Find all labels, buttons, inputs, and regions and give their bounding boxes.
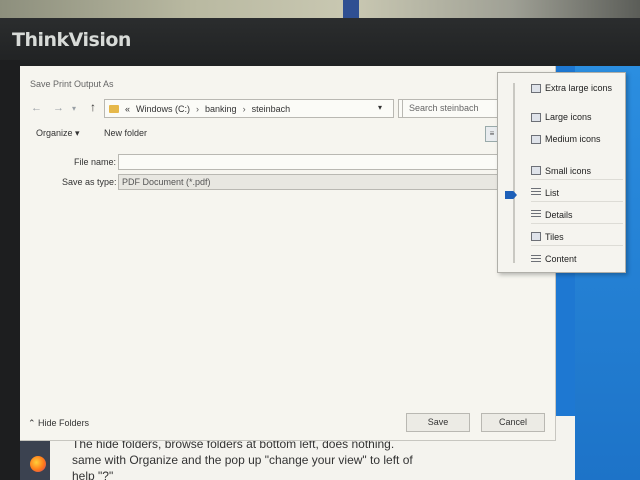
save-button[interactable]: Save	[406, 413, 470, 432]
view-option-medium-icons[interactable]: Medium icons	[531, 130, 623, 148]
small-icons-icon	[531, 166, 541, 175]
organize-button[interactable]: Organize ▾	[36, 128, 80, 139]
medium-icons-icon	[531, 134, 541, 144]
view-option-list[interactable]: List	[531, 184, 623, 202]
monitor-bezel-left	[0, 60, 20, 480]
recent-locations-icon[interactable]: ▾	[72, 104, 76, 113]
note-line-2: same with Organize and the pop up "chang…	[72, 453, 413, 467]
view-option-label: List	[545, 187, 560, 198]
view-option-tiles[interactable]: Tiles	[531, 228, 623, 246]
forward-arrow-icon[interactable]: →	[53, 102, 64, 114]
folder-icon	[109, 104, 119, 113]
extra-large-icons-icon	[531, 83, 541, 93]
monitor-brand-logo: ThinkVision	[12, 29, 131, 51]
filename-label: File name:	[74, 157, 117, 167]
view-option-details[interactable]: Details	[531, 206, 623, 224]
cancel-button[interactable]: Cancel	[481, 413, 545, 432]
large-icons-icon	[531, 112, 541, 122]
breadcrumb-item-steinbach[interactable]: steinbach	[252, 104, 291, 114]
new-folder-button[interactable]: New folder	[104, 128, 147, 138]
view-menu: Extra large icons Large icons Medium ico…	[497, 72, 626, 273]
details-view-icon	[531, 210, 541, 219]
view-option-label: Extra large icons	[545, 83, 613, 93]
view-slider-track[interactable]	[513, 83, 515, 263]
save-dialog: Save Print Output As ← → ▾ ↑ « Windows (…	[20, 66, 556, 441]
address-bar[interactable]: « Windows (C:) › banking › steinbach	[104, 99, 394, 118]
screen: The hide folders, browse folders at bott…	[20, 66, 640, 480]
content-view-icon	[531, 254, 541, 264]
view-slider-thumb[interactable]	[505, 191, 517, 199]
bug-note-text: The hide folders, browse folders at bott…	[72, 436, 572, 480]
chevron-down-icon[interactable]: ▾	[378, 103, 382, 112]
view-option-large-icons[interactable]: Large icons	[531, 108, 623, 126]
filename-input[interactable]	[118, 154, 548, 170]
view-option-label: Medium icons	[545, 134, 601, 144]
view-option-small-icons[interactable]: Small icons	[531, 162, 623, 180]
back-arrow-icon[interactable]: ←	[31, 102, 42, 114]
up-arrow-icon[interactable]: ↑	[90, 100, 96, 114]
view-option-label: Small icons	[545, 165, 592, 176]
dialog-title: Save Print Output As	[30, 79, 114, 89]
view-option-label: Large icons	[545, 112, 592, 122]
breadcrumb-item-banking[interactable]: banking	[205, 104, 237, 114]
breadcrumb-item-windows[interactable]: Windows (C:)	[136, 104, 190, 114]
breadcrumb-separator-icon: ›	[242, 103, 246, 114]
save-as-type-label: Save as type:	[62, 177, 117, 187]
list-view-icon	[531, 188, 541, 197]
hide-folders-button[interactable]: ⌃ Hide Folders	[28, 418, 89, 429]
tiles-view-icon	[531, 232, 541, 241]
view-option-extra-large-icons[interactable]: Extra large icons	[531, 79, 623, 97]
breadcrumb-prefix: «	[125, 103, 131, 114]
save-as-type-select[interactable]: PDF Document (*.pdf)	[118, 174, 548, 190]
firefox-icon[interactable]	[30, 456, 46, 472]
view-option-label: Content	[545, 254, 577, 264]
view-option-content[interactable]: Content	[531, 250, 623, 268]
view-option-label: Tiles	[545, 231, 564, 242]
note-line-3: help "?"	[72, 469, 114, 480]
view-option-label: Details	[545, 209, 573, 220]
breadcrumb-separator-icon: ›	[196, 103, 200, 114]
